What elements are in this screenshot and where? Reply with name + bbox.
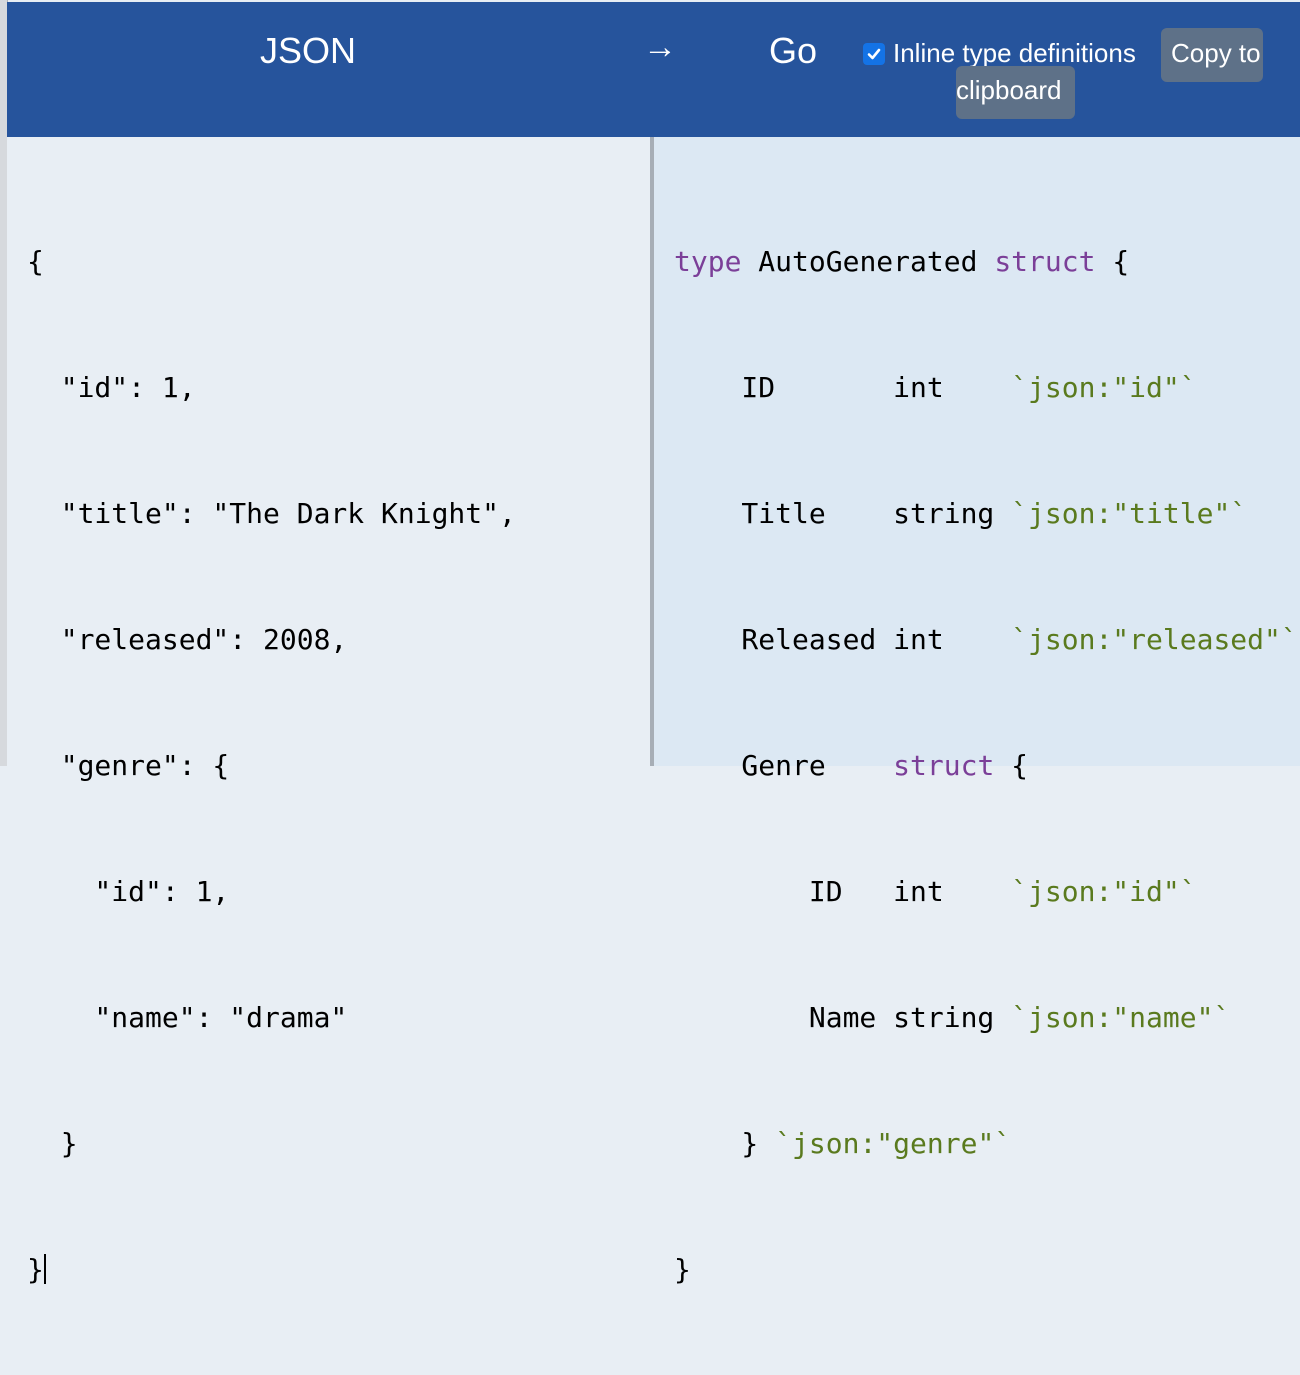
copy-to-clipboard-button[interactable]: Copy to clipboard bbox=[947, 28, 1267, 119]
inline-type-definitions-checkbox[interactable] bbox=[863, 42, 885, 65]
json-code: { "id": 1, "title": "The Dark Knight", "… bbox=[27, 157, 516, 1375]
json-line: "released": 2008, bbox=[27, 623, 348, 656]
json-title: JSON bbox=[260, 30, 357, 71]
json-line: "id": 1, bbox=[27, 875, 230, 908]
arrow-icon: → bbox=[643, 28, 677, 66]
json-input-editor[interactable]: { "id": 1, "title": "The Dark Knight", "… bbox=[7, 137, 650, 1286]
text-caret bbox=[43, 1254, 46, 1284]
copy-button-label-line1: Copy to bbox=[1171, 38, 1261, 68]
copy-button-label-line2: clipboard bbox=[956, 75, 1062, 105]
go-output-panel: type AutoGenerated struct { ID int `json… bbox=[654, 137, 1300, 1286]
go-line: ID int `json:"id"` bbox=[674, 875, 1197, 908]
go-line: type AutoGenerated struct { bbox=[674, 245, 1130, 278]
checkmark-icon bbox=[867, 48, 881, 59]
json-line: { bbox=[27, 245, 44, 278]
go-title: Go bbox=[769, 30, 818, 71]
go-line: Title string `json:"title"` bbox=[674, 497, 1248, 530]
json-line: "genre": { bbox=[27, 749, 230, 782]
json-line: "title": "The Dark Knight", bbox=[27, 497, 516, 530]
json-line: "id": 1, bbox=[27, 371, 196, 404]
go-line: Name string `json:"name"` bbox=[674, 1001, 1231, 1034]
json-line-last: } bbox=[27, 1253, 46, 1286]
go-line: } bbox=[674, 1253, 691, 1286]
json-line: "name": "drama" bbox=[27, 1001, 348, 1034]
top-bar: JSON → Go Inline type definitions Copy t… bbox=[7, 2, 1300, 137]
go-line: ID int `json:"id"` bbox=[674, 371, 1197, 404]
json-line: } bbox=[27, 1127, 78, 1160]
go-code: type AutoGenerated struct { ID int `json… bbox=[674, 157, 1298, 1375]
go-line: Released int `json:"released"` bbox=[674, 623, 1298, 656]
go-line: } `json:"genre"` bbox=[674, 1127, 1012, 1160]
go-line: Genre struct { bbox=[674, 749, 1029, 782]
